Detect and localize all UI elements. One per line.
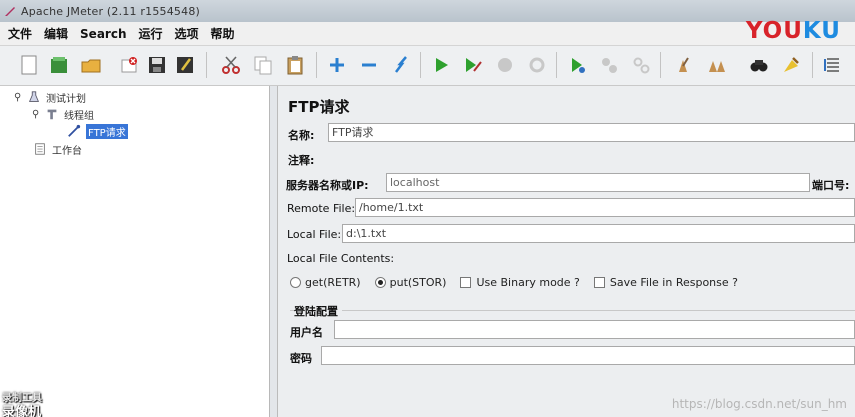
radio-put[interactable]: put(STOR) (374, 276, 447, 289)
save-icon[interactable] (144, 52, 170, 78)
search-icon[interactable] (746, 52, 772, 78)
remote-shutdown-icon[interactable] (628, 52, 654, 78)
collapse-icon[interactable] (356, 52, 382, 78)
templates-icon[interactable] (46, 52, 72, 78)
title-bar: Apache JMeter (2.11 r1554548) (0, 0, 855, 22)
radio-get-label: get(RETR) (305, 276, 361, 289)
menu-run[interactable]: 运行 (138, 25, 162, 42)
save-response-check[interactable] (593, 277, 605, 288)
page-title: FTP请求 (288, 98, 350, 116)
remote-file-field[interactable]: /home/1.txt (355, 198, 855, 217)
menu-bar: 文件 编辑 Search 运行 选项 帮助 (0, 22, 855, 46)
username-label: 用户名 (290, 326, 323, 339)
login-section-border (290, 310, 855, 311)
tree-node-ftp-request[interactable]: FTP请求 (66, 123, 128, 139)
menu-file[interactable]: 文件 (8, 25, 32, 42)
ftp-request-form: FTP请求 名称: FTP请求 注释: 服务器名称或IP: localhost … (278, 86, 855, 417)
comment-field[interactable] (324, 148, 855, 167)
copy-icon[interactable] (250, 52, 276, 78)
recorder-watermark-line2: 录像机 (2, 405, 42, 417)
menu-search[interactable]: Search (80, 27, 126, 41)
password-label: 密码 (290, 352, 312, 365)
open-icon[interactable] (78, 52, 104, 78)
tree-label-thread-group: 线程组 (64, 110, 94, 122)
start-no-pause-icon[interactable] (460, 52, 486, 78)
port-label: 端口号: (812, 179, 850, 192)
login-section-title: 登陆配置 (294, 303, 342, 319)
remote-start-icon[interactable] (564, 52, 590, 78)
workbench-icon (32, 141, 48, 157)
tree-node-workbench[interactable]: 工作台 (32, 141, 82, 157)
name-label: 名称: (288, 129, 315, 142)
radio-get-button[interactable] (290, 277, 301, 288)
menu-options[interactable]: 选项 (175, 25, 199, 42)
local-file-field[interactable]: d:\1.txt (342, 224, 855, 243)
radio-put-button[interactable] (374, 277, 386, 288)
local-file-label: Local File: (287, 228, 342, 241)
remote-file-label: Remote File: (287, 202, 356, 215)
toolbar (0, 46, 855, 86)
menu-edit[interactable]: 编辑 (44, 25, 68, 42)
new-icon[interactable] (16, 52, 42, 78)
paste-icon[interactable] (282, 52, 308, 78)
test-plan-tree: ⚲ 测试计划 ⚲ 线程组 FTP请求 工作台 (0, 86, 270, 417)
username-field[interactable] (334, 320, 855, 339)
clear-all-icon[interactable] (704, 52, 730, 78)
tree-toggle-icon[interactable]: ⚲ (14, 92, 26, 103)
menu-help[interactable]: 帮助 (211, 25, 235, 42)
name-field[interactable]: FTP请求 (328, 123, 855, 142)
reset-search-icon[interactable] (778, 52, 804, 78)
tree-toggle-icon[interactable]: ⚲ (32, 109, 44, 120)
split-pane-divider[interactable] (270, 86, 278, 417)
server-label: 服务器名称或IP: (286, 179, 369, 192)
blog-url-watermark: https://blog.csdn.net/sun_hm (671, 397, 847, 411)
window-title: Apache JMeter (2.11 r1554548) (21, 4, 201, 18)
tree-label-ftp-request: FTP请求 (86, 123, 128, 139)
thread-group-icon (44, 106, 60, 122)
server-field[interactable]: localhost (386, 173, 810, 192)
jmeter-feather-icon (5, 7, 15, 16)
transfer-mode-group: get(RETR) put(STOR) Use Binary mode ? Sa… (290, 276, 752, 289)
binary-mode-check[interactable] (460, 277, 472, 288)
password-field[interactable] (321, 346, 855, 365)
remote-stop-icon[interactable] (596, 52, 622, 78)
binary-mode-label: Use Binary mode ? (476, 276, 580, 289)
youku-logo: YOUKU (746, 18, 841, 44)
local-file-contents-label: Local File Contents: (287, 252, 395, 265)
toggle-icon[interactable] (388, 52, 414, 78)
save-response-checkbox[interactable]: Save File in Response ? (593, 276, 738, 289)
cut-icon[interactable] (218, 52, 244, 78)
close-icon[interactable] (116, 52, 142, 78)
start-icon[interactable] (428, 52, 454, 78)
recorder-watermark: 录制工具 录像机 (0, 387, 80, 417)
youku-logo-ku: KU (802, 18, 841, 44)
save-response-label: Save File in Response ? (609, 276, 738, 289)
radio-get[interactable]: get(RETR) (290, 276, 361, 289)
stop-icon[interactable] (492, 52, 518, 78)
youku-logo-you: YOU (745, 18, 803, 44)
function-helper-icon[interactable] (820, 52, 846, 78)
tree-label-test-plan: 测试计划 (46, 93, 86, 105)
tree-node-test-plan[interactable]: ⚲ 测试计划 (14, 89, 86, 105)
tree-node-thread-group[interactable]: ⚲ 线程组 (32, 106, 94, 122)
radio-put-label: put(STOR) (389, 276, 447, 289)
ftp-sampler-icon (66, 123, 82, 139)
binary-mode-checkbox[interactable]: Use Binary mode ? (460, 276, 580, 289)
save-as-icon[interactable] (172, 52, 198, 78)
tree-label-workbench: 工作台 (52, 145, 82, 157)
clear-icon[interactable] (672, 52, 698, 78)
shutdown-icon[interactable] (524, 52, 550, 78)
test-plan-icon (26, 89, 42, 105)
expand-icon[interactable] (324, 52, 350, 78)
comment-label: 注释: (288, 154, 315, 167)
